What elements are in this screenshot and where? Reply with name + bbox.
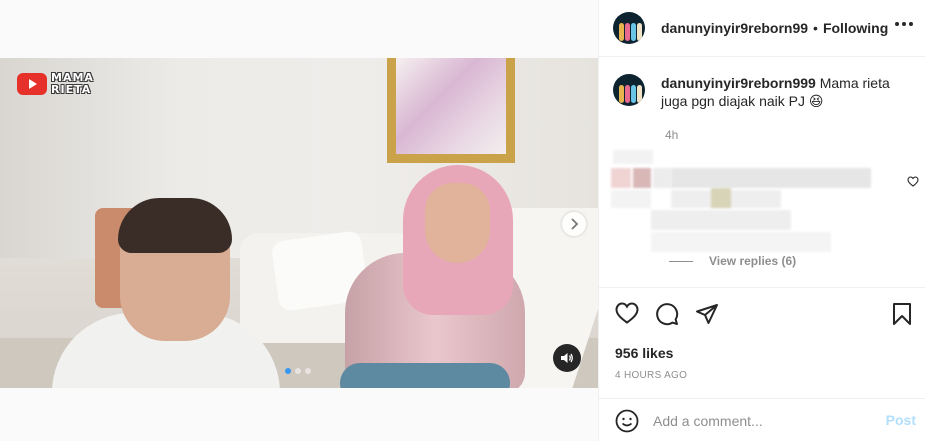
- bookmark-icon[interactable]: [892, 302, 912, 326]
- comment-icon[interactable]: [655, 302, 679, 326]
- channel-watermark: MAMA RIETA: [17, 72, 94, 96]
- avatar[interactable]: [613, 74, 645, 106]
- carousel-dot: [285, 368, 291, 374]
- header-username-link[interactable]: danunyinyir9reborn99: [661, 20, 808, 36]
- emoji-icon[interactable]: [615, 409, 639, 433]
- sound-toggle-button[interactable]: [553, 344, 581, 372]
- carousel-indicator: [285, 368, 311, 374]
- share-icon[interactable]: [695, 302, 719, 326]
- caption-timestamp[interactable]: 4h: [665, 128, 678, 142]
- chevron-right-icon: [571, 218, 579, 230]
- sound-on-icon: [561, 353, 573, 363]
- video-player[interactable]: [0, 58, 598, 388]
- following-button[interactable]: Following: [823, 20, 888, 36]
- view-replies-button[interactable]: View replies (6): [669, 254, 796, 268]
- more-options-button[interactable]: [895, 22, 913, 26]
- post-sidebar: danunyinyir9reborn99 • Following danunyi…: [598, 0, 925, 441]
- next-slide-button[interactable]: [562, 212, 586, 236]
- comment-bar: Post: [599, 398, 925, 441]
- like-comment-icon[interactable]: [907, 176, 919, 187]
- post-actions: 956 likes 4 HOURS AGO Post: [599, 287, 925, 441]
- likes-count[interactable]: 956 likes: [615, 345, 673, 361]
- post-comment-button[interactable]: Post: [886, 412, 916, 428]
- post-header: danunyinyir9reborn99 • Following: [599, 0, 925, 57]
- carousel-dot: [305, 368, 311, 374]
- comment-input[interactable]: [653, 412, 863, 429]
- avatar[interactable]: [613, 12, 645, 44]
- watermark-line2: RIETA: [51, 83, 92, 96]
- header-separator: •: [813, 20, 818, 36]
- post-age[interactable]: 4 HOURS AGO: [615, 370, 687, 381]
- media-pane: MAMA RIETA: [0, 0, 598, 441]
- youtube-icon: [17, 73, 47, 95]
- caption: danunyinyir9reborn999 Mama rieta juga pg…: [613, 74, 913, 110]
- heart-icon[interactable]: [615, 302, 639, 324]
- carousel-dot: [295, 368, 301, 374]
- caption-username-link[interactable]: danunyinyir9reborn999: [661, 75, 816, 91]
